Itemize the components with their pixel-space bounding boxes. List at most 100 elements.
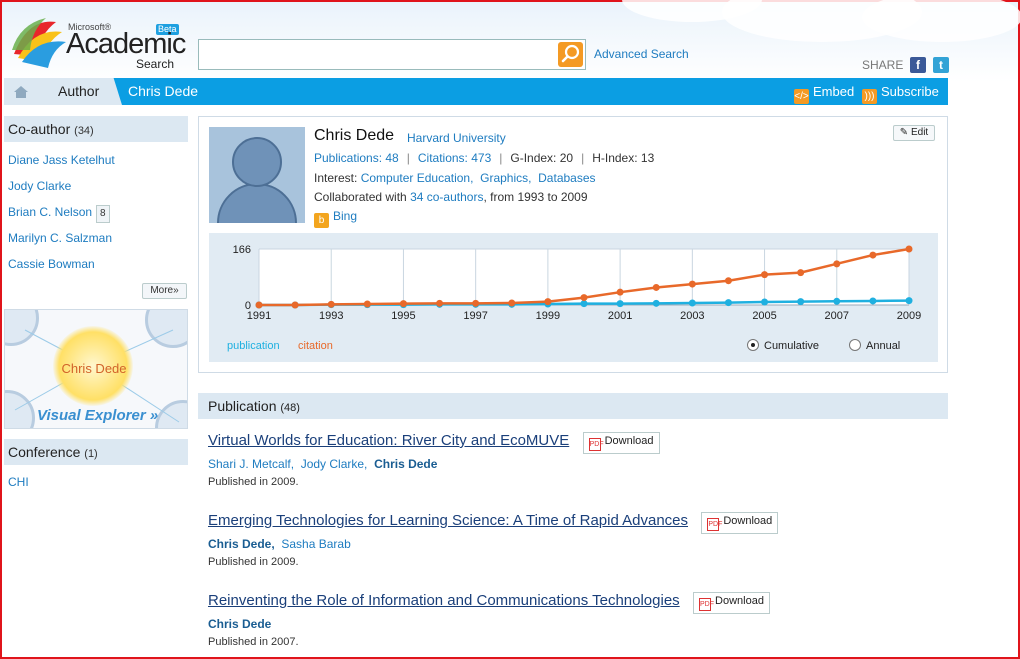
citation-point <box>652 283 660 291</box>
publication-point <box>761 298 769 306</box>
search-button[interactable] <box>558 42 583 67</box>
publication-item: Reinventing the Role of Information and … <box>208 592 948 648</box>
author-link-bold: Chris Dede <box>208 617 272 631</box>
cumulative-radio[interactable]: Cumulative <box>747 339 819 352</box>
visual-explorer-link[interactable]: Visual Explorer » <box>37 407 158 424</box>
visual-explorer[interactable]: Chris Dede Visual Explorer » <box>4 309 188 429</box>
share-label: SHARE <box>862 58 904 72</box>
collab-prefix: Collaborated with <box>314 190 407 204</box>
interest-link[interactable]: Computer Education, <box>361 171 474 185</box>
annual-radio[interactable]: Annual <box>849 339 900 352</box>
breadcrumb-author[interactable]: Author <box>38 78 122 105</box>
bing-link[interactable]: Bing <box>333 209 357 223</box>
legend-citation: citation <box>298 340 333 352</box>
publication-point <box>905 297 913 305</box>
logo-search: Search <box>136 57 175 71</box>
x-tick-label: 2003 <box>680 310 704 322</box>
embed-icon: </> <box>794 89 809 104</box>
download-button[interactable]: PDFDownload <box>701 512 779 534</box>
publication-date: Published in 2007. <box>208 636 299 648</box>
publication-item: Virtual Worlds for Education: River City… <box>208 432 948 488</box>
affiliation-link[interactable]: Harvard University <box>407 131 506 145</box>
publication-authors: Chris Dede, Sasha Barab <box>208 537 948 551</box>
publication-title-link[interactable]: Reinventing the Role of Information and … <box>208 592 680 609</box>
publication-point <box>652 299 660 307</box>
conference-title: Conference <box>8 444 81 460</box>
citation-point <box>761 271 769 279</box>
publication-title-link[interactable]: Virtual Worlds for Education: River City… <box>208 432 569 449</box>
author-stats: Publications: 48 | Citations: 473 | G-Index:… <box>314 151 655 165</box>
citation-point <box>616 288 624 296</box>
coauthor-link[interactable]: Brian C. Nelson <box>8 205 92 219</box>
publication-title-link[interactable]: Emerging Technologies for Learning Scien… <box>208 512 688 529</box>
coauthor-link[interactable]: Jody Clarke <box>8 179 71 193</box>
download-label: Download <box>604 435 654 447</box>
visual-center-name: Chris Dede <box>61 361 127 376</box>
publication-point <box>724 299 732 307</box>
home-button[interactable] <box>4 78 38 105</box>
embed-button[interactable]: </> Embed <box>794 84 854 104</box>
facebook-icon[interactable]: f <box>910 57 926 73</box>
citation-point <box>905 245 913 253</box>
publication-count: (48) <box>280 402 300 414</box>
author-link[interactable]: Shari J. Metcalf, <box>208 457 294 471</box>
author-link[interactable]: Jody Clarke, <box>301 457 368 471</box>
search-input[interactable] <box>203 44 553 66</box>
y-tick-label: 166 <box>233 244 251 256</box>
publication-title: Publication <box>208 398 277 414</box>
home-icon <box>14 86 28 98</box>
citation-point <box>327 300 335 308</box>
download-button[interactable]: PDFDownload <box>693 592 770 614</box>
advanced-search-link[interactable]: Advanced Search <box>594 47 689 61</box>
conference-count: (1) <box>84 448 98 460</box>
publication-point <box>688 299 696 307</box>
edit-button[interactable]: ✎ Edit <box>893 125 935 141</box>
citation-point <box>399 300 407 308</box>
publications-link[interactable]: Publications: 48 <box>314 151 399 165</box>
author-link-bold: Chris Dede, <box>208 537 275 551</box>
x-tick-label: 1993 <box>319 310 343 322</box>
search-box <box>198 39 586 70</box>
publication-point <box>833 297 841 305</box>
cumulative-label: Cumulative <box>764 340 820 352</box>
author-link[interactable]: Sasha Barab <box>281 537 350 551</box>
radio-selected-icon <box>747 339 759 351</box>
pdf-icon: PDF <box>699 598 714 611</box>
radio-empty-icon <box>849 339 861 351</box>
interest-link[interactable]: Graphics, <box>480 171 531 185</box>
author-link[interactable]: Chris Dede, <box>208 537 275 551</box>
interest-link[interactable]: Databases <box>538 171 595 185</box>
x-tick-label: 2005 <box>752 310 776 322</box>
x-tick-label: 1999 <box>536 310 560 322</box>
citations-link[interactable]: Citations: 473 <box>418 151 491 165</box>
citation-point <box>869 251 877 259</box>
author-link-bold: Chris Dede <box>374 457 438 471</box>
author-link[interactable]: Chris Dede <box>374 457 437 471</box>
pdf-icon: PDF <box>707 518 722 531</box>
academic-search-logo[interactable]: Microsoft® Beta Academic Search <box>10 14 190 72</box>
citation-point <box>544 298 552 306</box>
download-label: Download <box>715 595 764 607</box>
conference-link[interactable]: CHI <box>8 475 29 489</box>
list-item: Brian C. Nelson 8 <box>8 204 115 230</box>
x-tick-label: 1995 <box>391 310 415 322</box>
twitter-icon[interactable]: t <box>933 57 949 73</box>
avatar-body <box>217 183 297 223</box>
x-tick-label: 1997 <box>463 310 487 322</box>
coauthors-link[interactable]: 34 co-authors <box>410 190 483 204</box>
legend-publication: publication <box>227 340 280 352</box>
citation-point <box>833 260 841 268</box>
publication-item: Emerging Technologies for Learning Scien… <box>208 512 948 568</box>
coauthor-link[interactable]: Diane Jass Ketelhut <box>8 153 115 167</box>
coauthor-link[interactable]: Marilyn C. Salzman <box>8 231 112 245</box>
citation-chart: 1991 1993 1995 1997 1999 2001 2003 2005 2007 2009… <box>209 233 938 362</box>
bing-icon: b <box>314 213 329 228</box>
download-button[interactable]: PDFDownload <box>582 432 660 454</box>
author-link[interactable]: Chris Dede <box>208 617 271 631</box>
subscribe-button[interactable]: ))) Subscribe <box>862 84 939 104</box>
publication-point <box>797 298 805 306</box>
more-coauthors-button[interactable]: More» <box>142 283 187 299</box>
coauthor-link[interactable]: Cassie Bowman <box>8 257 95 271</box>
logo-icon <box>12 18 66 68</box>
author-profile: Chris Dede Harvard University ✎ Edit Pub… <box>198 116 948 373</box>
